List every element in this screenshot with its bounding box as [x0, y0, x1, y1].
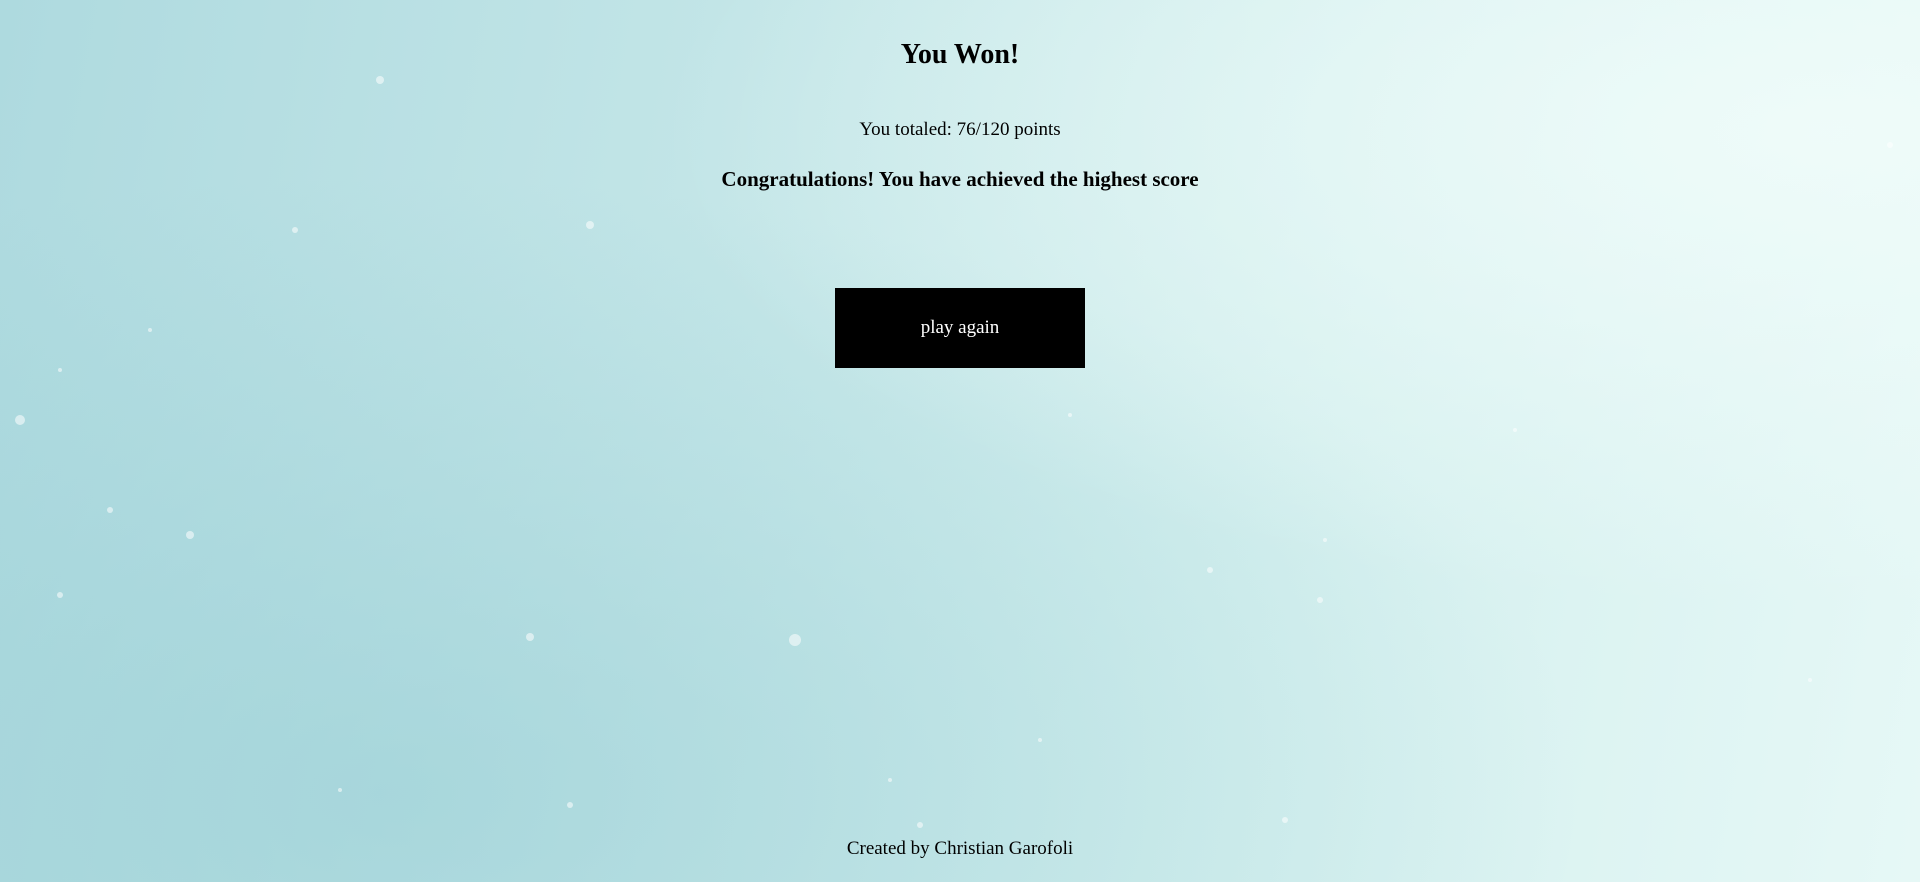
high-score-message: Congratulations! You have achieved the h…	[721, 167, 1199, 191]
result-title: You Won!	[900, 39, 1020, 70]
play-again-button[interactable]: play again	[835, 288, 1085, 368]
score-summary: You totaled: 76/120 points	[859, 119, 1061, 140]
footer-credit: Created by Christian Garofoli	[846, 838, 1074, 859]
